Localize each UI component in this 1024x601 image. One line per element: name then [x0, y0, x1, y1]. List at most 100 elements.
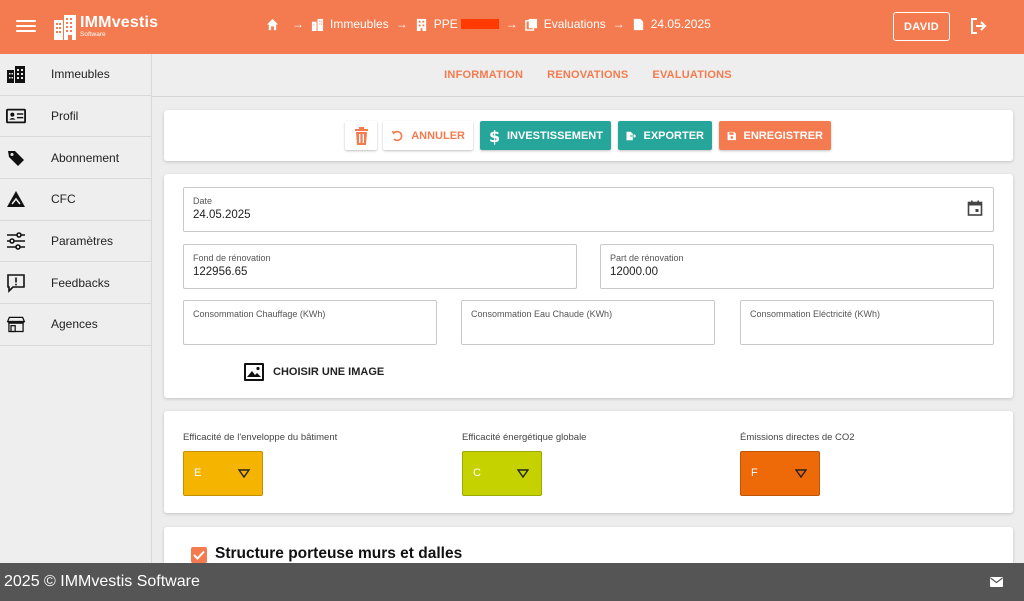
- renovation-fund-field[interactable]: Fond de rénovation 122956.65: [183, 244, 577, 289]
- breadcrumb-evaluations[interactable]: Evaluations: [524, 17, 606, 31]
- checkmark-icon: [193, 550, 205, 560]
- footer: 2025 © IMMvestis Software: [0, 563, 1024, 601]
- buildings-icon: [311, 18, 324, 31]
- electricity-consumption-label: Consommation Eléctricité (KWh): [750, 309, 881, 319]
- user-button[interactable]: DAVID: [893, 12, 950, 41]
- road-sign-icon: [6, 189, 26, 209]
- heating-consumption-label: Consommation Chauffage (KWh): [193, 309, 326, 319]
- hamburger-menu-icon[interactable]: [16, 17, 36, 37]
- sidebar-item-feedbacks[interactable]: Feedbacks: [0, 262, 151, 305]
- tab-information[interactable]: INFORMATION: [444, 69, 523, 81]
- calendar-icon[interactable]: [967, 200, 983, 216]
- sidebar: Immeubles Profil Abonnement CFC Paramètr…: [0, 54, 152, 563]
- co2-emissions-select[interactable]: F: [740, 451, 820, 496]
- global-efficiency-value: C: [473, 467, 481, 479]
- breadcrumb-evaluations-label: Evaluations: [543, 17, 606, 31]
- floppy-disk-icon: [727, 131, 736, 140]
- buildings-icon: [6, 64, 26, 84]
- save-button[interactable]: ENREGISTRER: [719, 121, 831, 150]
- envelope-efficiency-select[interactable]: E: [183, 451, 263, 496]
- co2-emissions-value: F: [751, 467, 758, 479]
- export-button[interactable]: EXPORTER: [618, 121, 712, 150]
- sidebar-item-label: Profil: [51, 109, 79, 124]
- svg-text:$: $: [489, 127, 500, 145]
- hot-water-consumption-field[interactable]: Consommation Eau Chaude (KWh): [461, 300, 715, 345]
- breadcrumb-immeubles[interactable]: Immeubles: [311, 17, 389, 31]
- top-header: IMMvestis Software → Immeubles → PPE → E…: [0, 0, 1024, 54]
- renovation-fund-value: 122956.65: [193, 266, 248, 278]
- breadcrumb-immeubles-label: Immeubles: [330, 17, 389, 31]
- breadcrumb-date-label: 24.05.2025: [650, 17, 711, 31]
- envelope-efficiency-value: E: [194, 467, 202, 479]
- structure-checkbox[interactable]: [191, 547, 207, 563]
- logo-subtext: Software: [80, 31, 106, 39]
- tab-renovations[interactable]: RENOVATIONS: [547, 69, 628, 81]
- sidebar-item-label: Feedbacks: [51, 275, 110, 290]
- arrow-right-icon: →: [612, 17, 625, 31]
- tag-icon: [6, 148, 26, 168]
- tab-evaluations[interactable]: EVALUATIONS: [652, 69, 731, 81]
- sidebar-item-label: Abonnement: [51, 150, 120, 165]
- envelope-efficiency-label: Efficacité de l'enveloppe du bâtiment: [183, 432, 338, 443]
- choose-image-label: CHOISIR UNE IMAGE: [273, 366, 385, 378]
- home-icon[interactable]: [266, 18, 279, 31]
- sidebar-item-label: CFC: [51, 192, 76, 207]
- undo-icon: [391, 130, 403, 141]
- building-icon: [416, 18, 426, 31]
- arrow-right-icon: →: [292, 17, 304, 31]
- action-toolbar: ANNULER $ INVESTISSEMENT EXPORTER ENREGI…: [164, 110, 1013, 161]
- sidebar-item-cfc[interactable]: CFC: [0, 179, 151, 221]
- logo-text: IMMvestis: [80, 14, 159, 32]
- sidebar-item-label: Paramètres: [51, 234, 114, 249]
- structure-section-title: Structure porteuse murs et dalles: [215, 545, 463, 562]
- date-field-value: 24.05.2025: [193, 209, 251, 221]
- delete-button[interactable]: [345, 121, 377, 150]
- cancel-button[interactable]: ANNULER: [383, 121, 473, 150]
- breadcrumb-ppe[interactable]: PPE: [415, 17, 499, 31]
- store-icon: [6, 314, 26, 334]
- triangle-down-icon: [238, 469, 250, 478]
- breadcrumb-date: 24.05.2025: [632, 17, 711, 31]
- breadcrumb: → Immeubles → PPE → Evaluations → 24.05.…: [266, 17, 711, 31]
- sidebar-item-profil[interactable]: Profil: [0, 96, 151, 138]
- copy-icon: [524, 18, 537, 31]
- sidebar-item-parametres[interactable]: Paramètres: [0, 221, 151, 263]
- triangle-down-icon: [795, 469, 807, 478]
- id-card-icon: [6, 106, 26, 126]
- sliders-icon: [6, 231, 26, 251]
- electricity-consumption-field[interactable]: Consommation Eléctricité (KWh): [740, 300, 994, 345]
- arrow-right-icon: →: [505, 17, 518, 31]
- structure-section-card: Structure porteuse murs et dalles: [164, 527, 1013, 567]
- investment-button[interactable]: $ INVESTISSEMENT: [480, 121, 611, 150]
- file-export-icon: [626, 131, 637, 140]
- sidebar-item-agences[interactable]: Agences: [0, 304, 151, 346]
- co2-emissions-label: Émissions directes de CO2: [740, 432, 855, 443]
- section-tabs: INFORMATION RENOVATIONS EVALUATIONS: [152, 54, 1024, 97]
- arrow-right-icon: →: [395, 17, 408, 31]
- app-logo[interactable]: IMMvestis Software: [53, 12, 158, 42]
- sidebar-item-label: Agences: [51, 317, 98, 332]
- investment-button-label: INVESTISSEMENT: [507, 129, 603, 142]
- breadcrumb-ppe-label: PPE: [433, 17, 458, 31]
- hot-water-consumption-label: Consommation Eau Chaude (KWh): [471, 309, 613, 319]
- trash-icon: [354, 126, 368, 145]
- efficiency-ratings-card: Efficacité de l'enveloppe du bâtiment E …: [164, 411, 1013, 513]
- logout-icon[interactable]: [970, 17, 988, 35]
- footer-copyright: 2025 © IMMvestis Software: [4, 573, 200, 590]
- date-field[interactable]: Date 24.05.2025: [183, 187, 994, 232]
- renovation-share-field[interactable]: Part de rénovation 12000.00: [600, 244, 994, 289]
- feedback-icon: [6, 273, 26, 293]
- date-field-label: Date: [193, 196, 213, 206]
- logo-buildings-icon: [54, 15, 76, 40]
- sidebar-item-immeubles[interactable]: Immeubles: [0, 54, 151, 96]
- heating-consumption-field[interactable]: Consommation Chauffage (KWh): [183, 300, 437, 345]
- mail-icon[interactable]: [990, 577, 1003, 587]
- renovation-share-label: Part de rénovation: [610, 253, 684, 263]
- renovation-fund-label: Fond de rénovation: [193, 253, 271, 263]
- image-icon: [244, 363, 264, 381]
- save-button-label: ENREGISTRER: [743, 129, 823, 142]
- export-button-label: EXPORTER: [643, 129, 704, 142]
- sidebar-item-abonnement[interactable]: Abonnement: [0, 137, 151, 180]
- choose-image-button[interactable]: CHOISIR UNE IMAGE: [244, 363, 384, 381]
- global-efficiency-select[interactable]: C: [462, 451, 542, 496]
